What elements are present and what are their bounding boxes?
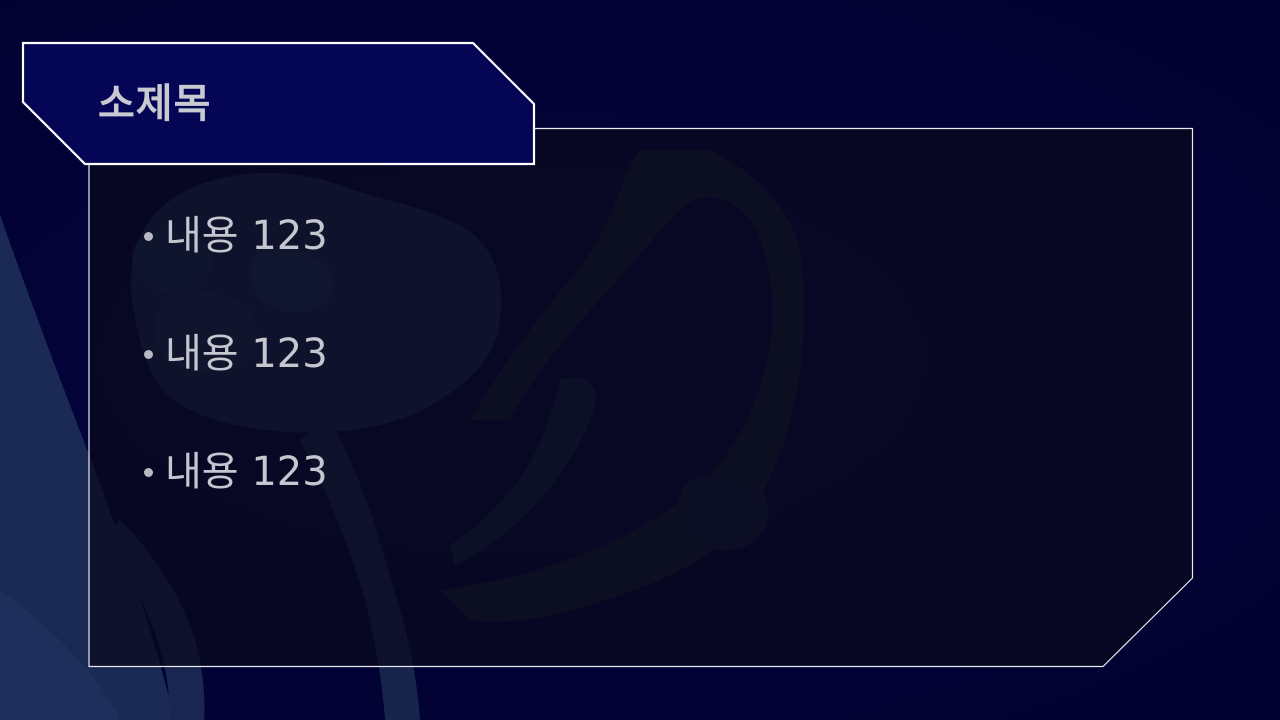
bullet-text: 내용 123 bbox=[165, 449, 328, 495]
bullet-list: 내용 123 내용 123 내용 123 bbox=[144, 205, 328, 559]
bullet-icon bbox=[144, 232, 153, 241]
slide: 소제목 내용 123 내용 123 내용 123 bbox=[0, 0, 1280, 720]
slide-title: 소제목 bbox=[98, 81, 212, 127]
list-item: 내용 123 bbox=[144, 205, 328, 323]
bullet-text: 내용 123 bbox=[165, 213, 328, 259]
bullet-text: 내용 123 bbox=[165, 331, 328, 377]
bullet-icon bbox=[144, 468, 153, 477]
list-item: 내용 123 bbox=[144, 323, 328, 441]
bullet-icon bbox=[144, 350, 153, 359]
list-item: 내용 123 bbox=[144, 441, 328, 559]
